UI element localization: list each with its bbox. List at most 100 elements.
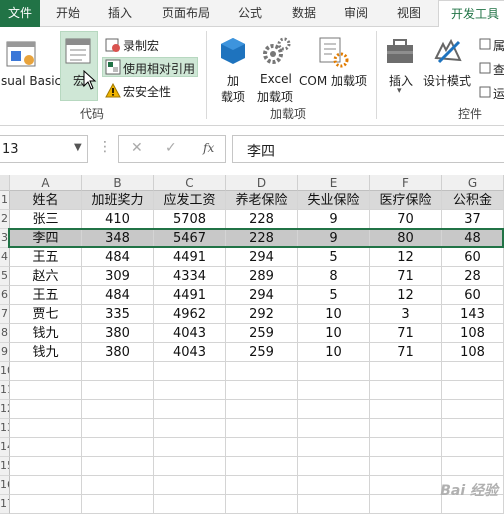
table-cell[interactable]: 王五 [10,286,82,305]
table-cell[interactable]: 12 [370,286,442,305]
empty-cell[interactable] [298,457,370,476]
table-cell[interactable]: 贾七 [10,305,82,324]
table-cell[interactable]: 292 [226,305,298,324]
select-all-corner[interactable] [0,175,10,191]
view-code-button[interactable]: 查 [478,59,504,77]
table-cell[interactable]: 294 [226,248,298,267]
column-header-d[interactable]: D [226,175,298,191]
table-cell[interactable]: 259 [226,324,298,343]
table-cell[interactable]: 8 [298,267,370,286]
empty-cell[interactable] [226,419,298,438]
table-cell[interactable]: 10 [298,324,370,343]
table-header-cell[interactable]: 公积金 [442,191,504,210]
table-cell[interactable]: 10 [298,305,370,324]
empty-cell[interactable] [82,457,154,476]
design-mode-button[interactable]: 设计模式 [422,31,474,101]
empty-cell[interactable] [298,476,370,495]
table-cell[interactable]: 484 [82,248,154,267]
table-cell[interactable]: 4043 [154,324,226,343]
row-header[interactable]: 1 [0,191,10,210]
table-header-cell[interactable]: 应发工资 [154,191,226,210]
empty-cell[interactable] [442,362,504,381]
macros-button[interactable]: 宏 [60,31,98,101]
table-cell[interactable]: 259 [226,343,298,362]
empty-cell[interactable] [82,419,154,438]
com-add-ins-button[interactable]: COM 加载项 [296,31,370,101]
table-header-cell[interactable]: 养老保险 [226,191,298,210]
row-header[interactable]: 15 [0,457,10,476]
empty-cell[interactable] [82,400,154,419]
table-cell[interactable]: 张三 [10,210,82,229]
row-header[interactable]: 9 [0,343,10,362]
table-header-cell[interactable]: 医疗保险 [370,191,442,210]
table-cell[interactable]: 钱九 [10,324,82,343]
table-cell[interactable]: 4043 [154,343,226,362]
column-header-g[interactable]: G [442,175,504,191]
drag-handle-icon[interactable]: ⋮ [98,139,112,155]
table-cell[interactable]: 37 [442,210,504,229]
column-header-c[interactable]: C [154,175,226,191]
empty-cell[interactable] [154,362,226,381]
empty-cell[interactable] [370,495,442,514]
row-header[interactable]: 17 [0,495,10,514]
empty-cell[interactable] [370,400,442,419]
empty-cell[interactable] [226,381,298,400]
empty-cell[interactable] [442,457,504,476]
macro-security-button[interactable]: 宏安全性 [102,81,192,99]
tab-insert[interactable]: 插入 [108,0,132,27]
table-cell[interactable]: 228 [226,210,298,229]
tab-home[interactable]: 开始 [56,0,80,27]
empty-cell[interactable] [298,438,370,457]
selected-row-cell[interactable]: 48 [442,229,504,248]
table-cell[interactable]: 28 [442,267,504,286]
empty-cell[interactable] [10,495,82,514]
empty-cell[interactable] [82,476,154,495]
row-header[interactable]: 4 [0,248,10,267]
empty-cell[interactable] [442,400,504,419]
table-cell[interactable]: 4962 [154,305,226,324]
row-header[interactable]: 7 [0,305,10,324]
empty-cell[interactable] [10,419,82,438]
empty-cell[interactable] [226,362,298,381]
table-cell[interactable]: 484 [82,286,154,305]
use-relative-references-button[interactable]: 使用相对引用 [102,57,198,77]
table-cell[interactable]: 143 [442,305,504,324]
tab-developer[interactable]: 开发工具 [438,0,504,28]
table-cell[interactable]: 71 [370,324,442,343]
empty-cell[interactable] [226,438,298,457]
empty-cell[interactable] [10,457,82,476]
table-cell[interactable]: 王五 [10,248,82,267]
table-cell[interactable]: 410 [82,210,154,229]
column-header-e[interactable]: E [298,175,370,191]
empty-cell[interactable] [154,457,226,476]
empty-cell[interactable] [10,362,82,381]
tab-data[interactable]: 数据 [292,0,316,27]
row-header[interactable]: 10 [0,362,10,381]
table-cell[interactable]: 380 [82,343,154,362]
empty-cell[interactable] [370,438,442,457]
empty-cell[interactable] [370,476,442,495]
selected-row-cell[interactable]: 5467 [154,229,226,248]
table-cell[interactable]: 335 [82,305,154,324]
empty-cell[interactable] [226,495,298,514]
table-cell[interactable]: 70 [370,210,442,229]
empty-cell[interactable] [154,438,226,457]
row-header[interactable]: 13 [0,419,10,438]
empty-cell[interactable] [154,381,226,400]
row-header[interactable]: 3 [0,229,10,248]
table-cell[interactable]: 4491 [154,286,226,305]
empty-cell[interactable] [370,457,442,476]
selected-row-cell[interactable]: 9 [298,229,370,248]
row-header[interactable]: 12 [0,400,10,419]
empty-cell[interactable] [154,419,226,438]
tab-view[interactable]: 视图 [397,0,421,27]
row-header[interactable]: 6 [0,286,10,305]
tab-formulas[interactable]: 公式 [238,0,262,27]
insert-function-icon[interactable]: fx [203,141,214,155]
table-header-cell[interactable]: 加班奖力 [82,191,154,210]
table-cell[interactable]: 108 [442,343,504,362]
empty-cell[interactable] [370,419,442,438]
column-header-f[interactable]: F [370,175,442,191]
table-cell[interactable]: 3 [370,305,442,324]
formula-input[interactable]: 李四 [232,135,504,163]
